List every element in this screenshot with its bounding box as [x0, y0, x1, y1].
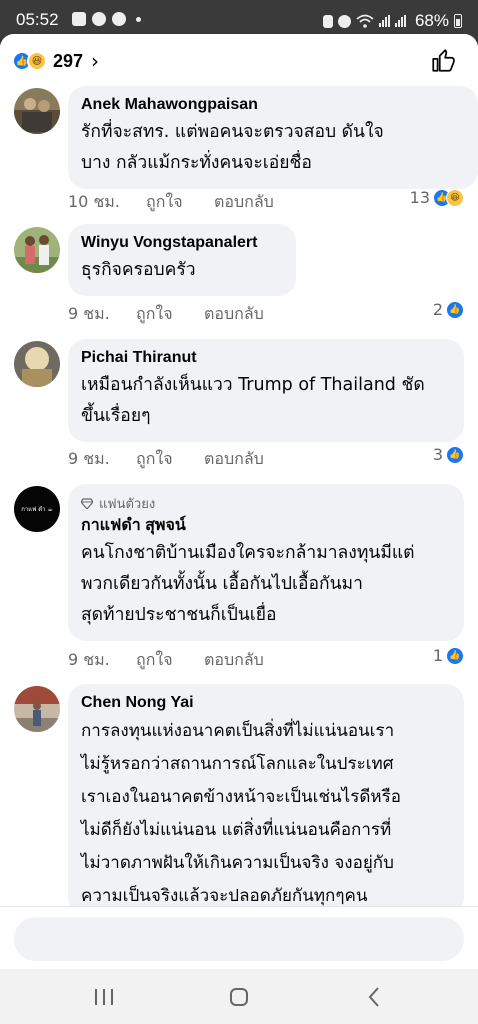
reaction-summary[interactable]: 👍 😆 297 ›: [12, 49, 99, 73]
comment-composer: [0, 906, 478, 969]
comment-reaction-count[interactable]: 1 👍: [433, 646, 464, 665]
sheet-header: 👍 😆 297 ›: [0, 34, 478, 86]
alarm-icon: [337, 14, 351, 28]
comment-bubble[interactable]: แฟนตัวยง กาแฟดำ สุพจน์ คนโกงชาติบ้านเมือ…: [68, 484, 464, 641]
lock-icon: [322, 14, 333, 28]
signal-lte2-icon: [394, 15, 406, 27]
comment-text: ธุรกิจครอบครัว: [81, 260, 196, 280]
comment-meta: 9 ชม. ถูกใจ ตอบกลับ: [68, 648, 264, 673]
back-icon: [368, 987, 379, 1007]
battery-percent: 68%: [414, 11, 449, 30]
chevron-right-icon: ›: [91, 49, 100, 73]
like-button[interactable]: ถูกใจ: [136, 302, 204, 327]
comment-input[interactable]: [14, 917, 464, 961]
back-button[interactable]: [360, 983, 388, 1011]
recent-apps-icon: [95, 989, 113, 1005]
avatar[interactable]: [14, 686, 60, 732]
avatar[interactable]: กาแฟ ดำ ☕: [14, 486, 60, 532]
photo-icon: [72, 12, 86, 26]
navigation-bar: [0, 969, 478, 1024]
reaction-count: 297: [53, 50, 84, 71]
reply-button[interactable]: ตอบกลับ: [204, 648, 264, 673]
comment-author[interactable]: กาแฟดำ สุพจน์: [81, 516, 450, 536]
like-button[interactable]: ถูกใจ: [136, 648, 204, 673]
like-icon: 👍: [446, 445, 464, 464]
avatar[interactable]: [14, 227, 60, 273]
home-button[interactable]: [225, 983, 253, 1011]
comments-sheet: 👍 😆 297 › Anek Mahawongpaisan รักที่จะสท…: [0, 34, 478, 969]
like-icon: 👍: [446, 646, 464, 665]
recent-apps-button[interactable]: [90, 983, 118, 1011]
like-icon: 👍: [446, 300, 464, 319]
thumbs-up-button[interactable]: [430, 48, 456, 74]
more-dot-icon: [136, 16, 141, 22]
status-time: 05:52: [16, 10, 59, 29]
comment-author[interactable]: Pichai Thiranut: [81, 348, 450, 368]
haha-icon: 😆: [27, 51, 47, 71]
comment-reaction-count[interactable]: 3 👍: [433, 445, 464, 464]
comment-item: กาแฟ ดำ ☕ แฟนตัวยง กาแฟดำ สุพจน์ คนโกงชา…: [14, 484, 464, 644]
comment-author[interactable]: Chen Nong Yai: [81, 693, 450, 713]
avatar[interactable]: [14, 341, 60, 387]
diamond-icon: [81, 498, 93, 509]
system-icons: 68%: [322, 11, 462, 31]
comment-bubble[interactable]: Chen Nong Yai การลงทุนแห่งอนาคตเป็นสิ่งท…: [68, 684, 464, 916]
comment-text: การลงทุนแห่งอนาคตเป็นสิ่งที่ไม่แน่นอนเรา…: [81, 721, 401, 906]
comment-bubble[interactable]: Anek Mahawongpaisan รักที่จะสทร. แต่พอคน…: [68, 86, 478, 189]
reply-button[interactable]: ตอบกลับ: [204, 302, 264, 327]
reply-button[interactable]: ตอบกลับ: [204, 447, 264, 472]
home-icon: [230, 988, 248, 1006]
comment-time: 9 ชม.: [68, 304, 110, 323]
comment-item: Pichai Thiranut เหมือนกำลังเห็นแวว Trump…: [14, 339, 464, 449]
comment-time: 9 ชม.: [68, 650, 110, 669]
top-fan-badge: แฟนตัวยง: [81, 493, 450, 514]
comment-author[interactable]: Anek Mahawongpaisan: [81, 95, 464, 115]
comment-bubble[interactable]: Pichai Thiranut เหมือนกำลังเห็นแวว Trump…: [68, 339, 464, 442]
comment-text: รักที่จะสทร. แต่พอคนจะตรวจสอบ ดันใจ บาง …: [81, 122, 384, 173]
signal-lte1-icon: [378, 15, 390, 27]
line-icon: [92, 12, 106, 26]
comment-text: เหมือนกำลังเห็นแวว Trump of Thailand ชัด…: [81, 375, 425, 426]
comment-item: Chen Nong Yai การลงทุนแห่งอนาคตเป็นสิ่งท…: [14, 684, 464, 916]
comment-bubble[interactable]: Winyu Vongstapanalert ธุรกิจครอบครัว: [68, 224, 296, 296]
comment-meta: 9 ชม. ถูกใจ ตอบกลับ: [68, 302, 264, 327]
comment-time: 10 ชม.: [68, 192, 120, 211]
like-button[interactable]: ถูกใจ: [136, 447, 204, 472]
comment-author[interactable]: Winyu Vongstapanalert: [81, 233, 282, 253]
battery-icon: [454, 14, 462, 28]
notification-icons: [72, 12, 141, 26]
facebook-icon: [112, 12, 126, 26]
comment-meta: 9 ชม. ถูกใจ ตอบกลับ: [68, 447, 264, 472]
comment-time: 9 ชม.: [68, 449, 110, 468]
haha-icon: 😆: [446, 188, 464, 207]
avatar[interactable]: [14, 88, 60, 134]
reply-button[interactable]: ตอบกลับ: [214, 190, 274, 215]
comment-meta: 10 ชม. ถูกใจ ตอบกลับ: [68, 190, 274, 215]
comment-reaction-count[interactable]: 2 👍: [433, 300, 464, 319]
like-button[interactable]: ถูกใจ: [146, 190, 214, 215]
wifi-icon: [356, 14, 374, 28]
comment-text: คนโกงชาติบ้านเมืองใครจะกล้ามาลงทุนมีแต่ …: [81, 543, 415, 625]
comment-reaction-count[interactable]: 13 👍 😆: [410, 188, 464, 207]
